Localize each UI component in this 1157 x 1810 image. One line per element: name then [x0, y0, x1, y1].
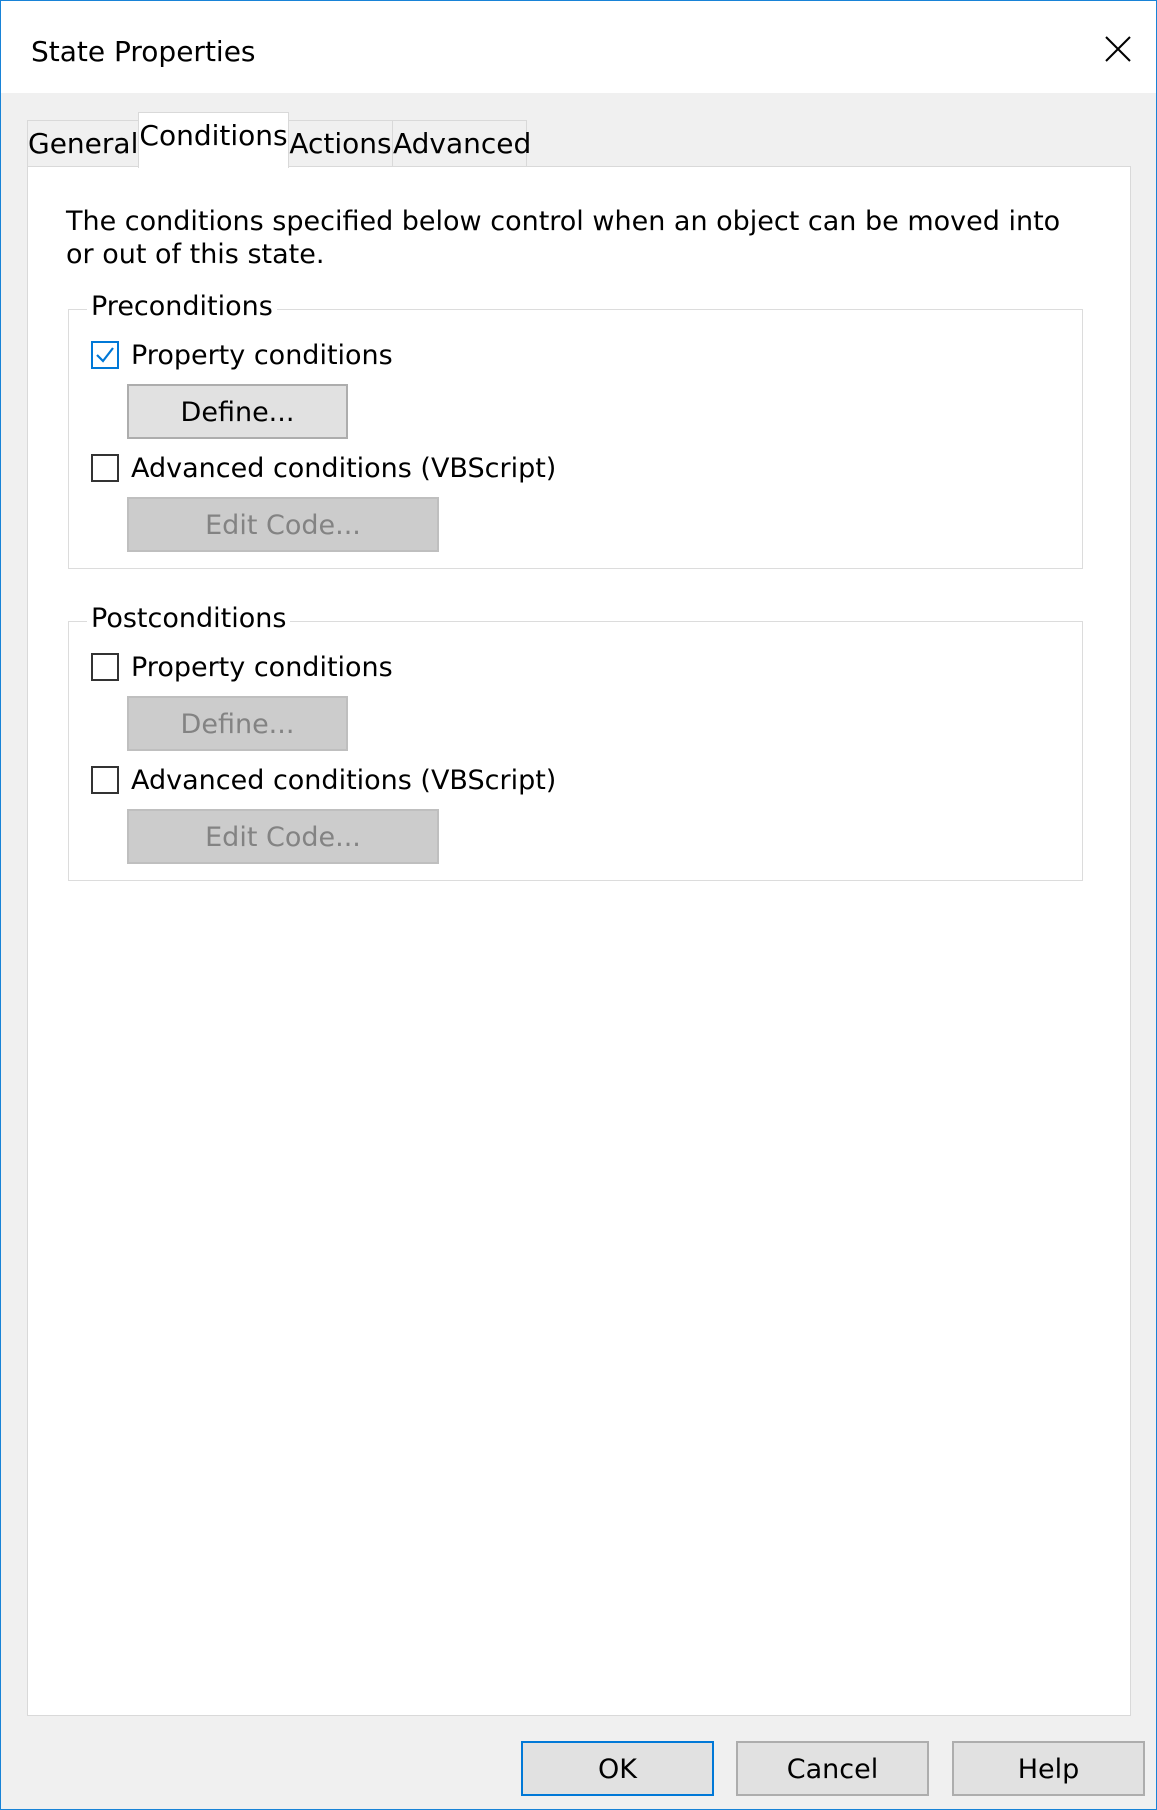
pre-define-button[interactable]: Define... — [127, 384, 348, 439]
checkbox-box[interactable] — [91, 653, 119, 681]
close-button[interactable] — [1090, 21, 1146, 77]
checkbox-box[interactable] — [91, 341, 119, 369]
title-bar: State Properties — [1, 1, 1156, 93]
state-properties-dialog: State Properties General Conditions Acti… — [0, 0, 1157, 1810]
checkmark-icon — [96, 347, 114, 363]
tab-strip: General Conditions Actions Advanced — [27, 112, 1127, 168]
pre-advanced-conditions-label: Advanced conditions (VBScript) — [131, 453, 557, 484]
pre-edit-code-button[interactable]: Edit Code... — [127, 497, 439, 552]
post-advanced-conditions-label: Advanced conditions (VBScript) — [131, 765, 557, 796]
help-button[interactable]: Help — [952, 1741, 1145, 1796]
pre-property-conditions-label: Property conditions — [131, 340, 393, 371]
conditions-description: The conditions specified below control w… — [66, 206, 1061, 270]
cancel-button[interactable]: Cancel — [736, 1741, 929, 1796]
post-property-conditions-label: Property conditions — [131, 652, 393, 683]
post-define-button[interactable]: Define... — [127, 696, 348, 751]
close-icon — [1105, 36, 1131, 62]
checkbox-box[interactable] — [91, 454, 119, 482]
dialog-title: State Properties — [31, 35, 256, 68]
tab-advanced[interactable]: Advanced — [392, 120, 531, 166]
tab-general[interactable]: General — [27, 120, 139, 166]
tab-conditions[interactable]: Conditions — [138, 112, 289, 168]
checkbox-box[interactable] — [91, 766, 119, 794]
conditions-tab-panel: The conditions specified below control w… — [27, 166, 1131, 1716]
postconditions-group: Postconditions Property conditions Defin… — [68, 602, 1083, 881]
preconditions-group: Preconditions Property conditions Define… — [68, 290, 1083, 569]
post-edit-code-button[interactable]: Edit Code... — [127, 809, 439, 864]
postconditions-title: Postconditions — [87, 602, 291, 636]
ok-button[interactable]: OK — [521, 1741, 714, 1796]
tab-actions[interactable]: Actions — [288, 120, 393, 166]
preconditions-title: Preconditions — [87, 290, 277, 324]
